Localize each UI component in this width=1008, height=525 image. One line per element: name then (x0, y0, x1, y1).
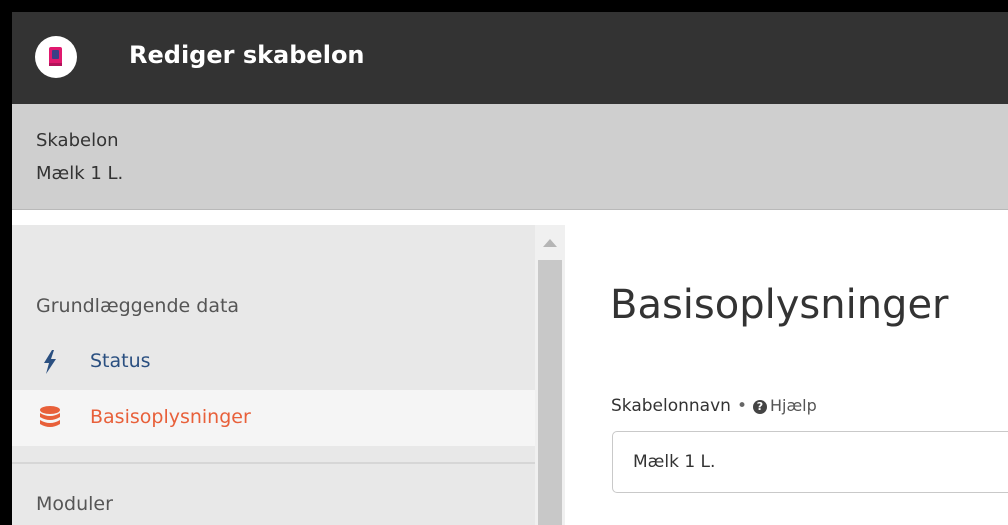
sidebar-section-title-basic-data: Grundlæggende data (36, 295, 240, 317)
field-label-text: Skabelonnavn (611, 396, 731, 416)
help-link[interactable]: ? Hjælp (752, 396, 817, 415)
app-logo-icon[interactable] (35, 36, 77, 78)
window-title: Rediger skabelon (129, 41, 365, 69)
scrollbar-thumb[interactable] (538, 260, 562, 525)
template-name-input[interactable] (612, 431, 1008, 493)
help-label: Hjælp (769, 396, 817, 415)
template-info-bar: Skabelon Mælk 1 L. (12, 104, 1008, 210)
sidebar-item-status[interactable]: Status (12, 334, 535, 390)
main-content: Basisoplysninger Skabelonnavn •? Hjælp (565, 225, 1008, 525)
sidebar: Grundlæggende data Status Basisoplysning… (12, 225, 535, 525)
separator-dot: • (736, 396, 747, 416)
top-bar: Rediger skabelon (12, 12, 1008, 104)
template-name-field-label: Skabelonnavn •? Hjælp (611, 396, 817, 416)
sidebar-item-label: Basisoplysninger (90, 406, 251, 428)
sidebar-scrollbar[interactable] (535, 225, 565, 525)
question-circle-icon: ? (752, 400, 767, 414)
sidebar-divider (12, 462, 535, 464)
app-window: Rediger skabelon Skabelon Mælk 1 L. Grun… (12, 12, 1008, 525)
sidebar-item-label: Status (90, 350, 151, 372)
bolt-icon (38, 348, 62, 376)
page-title: Basisoplysninger (610, 282, 949, 328)
scroll-up-arrow-icon[interactable] (543, 239, 557, 247)
database-icon (38, 404, 62, 432)
template-name: Mælk 1 L. (36, 163, 124, 184)
sidebar-item-basisoplysninger[interactable]: Basisoplysninger (12, 390, 535, 446)
sidebar-section-title-modules: Moduler (36, 493, 113, 515)
template-label: Skabelon (36, 130, 119, 151)
